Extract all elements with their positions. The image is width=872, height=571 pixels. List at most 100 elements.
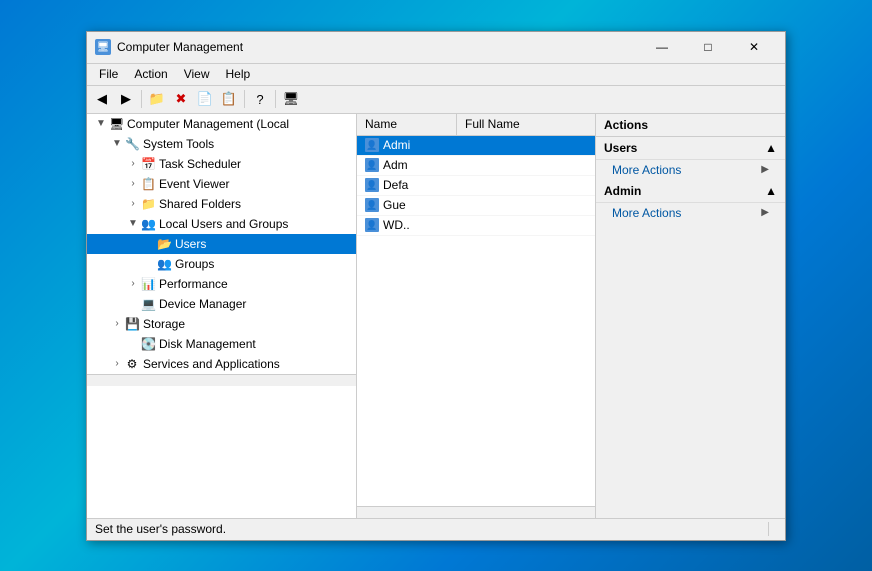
list-cell-fullname xyxy=(457,204,595,206)
menu-file[interactable]: File xyxy=(91,65,126,83)
expand-icon: ▼ xyxy=(127,218,139,229)
device-manager-icon: 💻 xyxy=(141,297,155,311)
expand-icon: › xyxy=(127,178,139,189)
expand-icon: ▼ xyxy=(111,138,123,149)
tree-label: Performance xyxy=(159,277,228,291)
tree-item-computer-management[interactable]: ▼ 🖥 Computer Management (Local xyxy=(87,114,356,134)
toolbar: ◀ ▶ 📁 ✖ 📄 📋 ? 🖥 xyxy=(87,86,785,114)
tree-item-local-users[interactable]: ▼ 👥 Local Users and Groups xyxy=(87,214,356,234)
list-row[interactable]: 👤 Gue Built-in acc xyxy=(357,196,595,216)
user-icon: 👤 xyxy=(365,198,379,212)
maximize-button[interactable]: □ xyxy=(685,31,731,63)
copy-button[interactable]: 📋 xyxy=(218,88,240,110)
minimize-button[interactable]: — xyxy=(639,31,685,63)
groups-icon: 👥 xyxy=(157,257,171,271)
list-cell-name: 👤 WD.. xyxy=(357,217,457,233)
tree-item-task-scheduler[interactable]: › 📅 Task Scheduler xyxy=(87,154,356,174)
user-icon: 👤 xyxy=(365,138,379,152)
actions-more-actions-admin[interactable]: More Actions ▶ xyxy=(596,203,785,223)
tree-label: Disk Management xyxy=(159,337,256,351)
system-tools-icon: 🔧 xyxy=(125,137,139,151)
app-icon: 🖥 xyxy=(95,39,111,55)
col-header-fullname[interactable]: Full Name xyxy=(457,114,595,135)
performance-icon: 📊 xyxy=(141,277,155,291)
menu-help[interactable]: Help xyxy=(218,65,259,83)
list-cell-fullname xyxy=(457,184,595,186)
tree-item-system-tools[interactable]: ▼ 🔧 System Tools xyxy=(87,134,356,154)
title-bar: 🖥 Computer Management — □ ✕ xyxy=(87,32,785,64)
menu-bar: File Action View Help xyxy=(87,64,785,86)
tree-item-performance[interactable]: › 📊 Performance xyxy=(87,274,356,294)
more-actions-arrow: ▶ xyxy=(761,207,769,218)
close-button[interactable]: ✕ xyxy=(731,31,777,63)
back-button[interactable]: ◀ xyxy=(91,88,113,110)
tree-label: Local Users and Groups xyxy=(159,217,288,231)
tree-item-event-viewer[interactable]: › 📋 Event Viewer xyxy=(87,174,356,194)
shared-folders-icon: 📁 xyxy=(141,197,155,211)
list-cell-name: 👤 Adm xyxy=(357,157,457,173)
help-button[interactable]: ? xyxy=(249,88,271,110)
services-icon: ⚙ xyxy=(125,357,139,371)
tree-item-groups[interactable]: 👥 Groups xyxy=(87,254,356,274)
actions-section-users[interactable]: Users ▲ xyxy=(596,137,785,160)
list-cell-name: 👤 Defa xyxy=(357,177,457,193)
list-cell-name: 👤 Gue xyxy=(357,197,457,213)
computer-button[interactable]: 🖥 xyxy=(280,88,302,110)
list-cell-fullname xyxy=(457,164,595,166)
tree-item-shared-folders[interactable]: › 📁 Shared Folders xyxy=(87,194,356,214)
list-cell-fullname xyxy=(457,224,595,226)
window-controls: — □ ✕ xyxy=(639,31,777,63)
tree-item-storage[interactable]: › 💾 Storage xyxy=(87,314,356,334)
users-icon: 📂 xyxy=(157,237,171,251)
event-viewer-icon: 📋 xyxy=(141,177,155,191)
list-cell-name: 👤 Admi xyxy=(357,137,457,153)
local-users-icon: 👥 xyxy=(141,217,155,231)
disk-management-icon: 💽 xyxy=(141,337,155,351)
tree-item-disk-management[interactable]: 💽 Disk Management xyxy=(87,334,356,354)
user-icon: 👤 xyxy=(365,218,379,232)
actions-pane: Actions Users ▲ More Actions ▶ Admin ▲ M… xyxy=(595,114,785,518)
actions-section-label: Users xyxy=(604,141,637,155)
user-icon: 👤 xyxy=(365,158,379,172)
tree-label: Services and Applications xyxy=(143,357,280,371)
tree-label: Computer Management (Local xyxy=(127,117,289,131)
horizontal-scrollbar[interactable] xyxy=(357,506,595,518)
tree-label: Device Manager xyxy=(159,297,246,311)
tree-label: Groups xyxy=(175,257,214,271)
actions-section-label: Admin xyxy=(604,184,641,198)
list-row[interactable]: 👤 WD.. A user acco xyxy=(357,216,595,236)
tree-item-users[interactable]: 📂 Users xyxy=(87,234,356,254)
task-scheduler-icon: 📅 xyxy=(141,157,155,171)
expand-icon: › xyxy=(127,198,139,209)
tree-scrollbar[interactable] xyxy=(87,374,356,386)
tree-label: Event Viewer xyxy=(159,177,229,191)
list-row[interactable]: 👤 Admi xyxy=(357,136,595,156)
more-actions-arrow: ▶ xyxy=(761,164,769,175)
expand-icon: › xyxy=(127,158,139,169)
list-row[interactable]: 👤 Defa A user acco xyxy=(357,176,595,196)
toolbar-separator-3 xyxy=(275,90,276,108)
menu-action[interactable]: Action xyxy=(126,65,175,83)
list-body: 👤 Admi 👤 Adm Built-in acc � xyxy=(357,136,595,506)
actions-more-actions-users[interactable]: More Actions ▶ xyxy=(596,160,785,180)
properties-button[interactable]: 📄 xyxy=(194,88,216,110)
content-pane: Name Full Name Description 👤 Admi 👤 Ad xyxy=(357,114,595,518)
col-header-name[interactable]: Name xyxy=(357,114,457,135)
collapse-icon: ▲ xyxy=(765,184,777,198)
tree-pane: ▼ 🖥 Computer Management (Local ▼ 🔧 Syste… xyxy=(87,114,357,518)
expand-icon: › xyxy=(111,358,123,369)
up-button[interactable]: 📁 xyxy=(146,88,168,110)
tree-item-device-manager[interactable]: 💻 Device Manager xyxy=(87,294,356,314)
expand-icon: › xyxy=(127,278,139,289)
tree-label: Storage xyxy=(143,317,185,331)
list-header: Name Full Name Description xyxy=(357,114,595,136)
menu-view[interactable]: View xyxy=(176,65,218,83)
tree-item-services[interactable]: › ⚙ Services and Applications xyxy=(87,354,356,374)
window-title: Computer Management xyxy=(117,40,639,54)
delete-button[interactable]: ✖ xyxy=(170,88,192,110)
toolbar-separator-2 xyxy=(244,90,245,108)
list-row[interactable]: 👤 Adm Built-in acc xyxy=(357,156,595,176)
actions-section-admin[interactable]: Admin ▲ xyxy=(596,180,785,203)
main-window: 🖥 Computer Management — □ ✕ File Action … xyxy=(86,31,786,541)
forward-button[interactable]: ▶ xyxy=(115,88,137,110)
